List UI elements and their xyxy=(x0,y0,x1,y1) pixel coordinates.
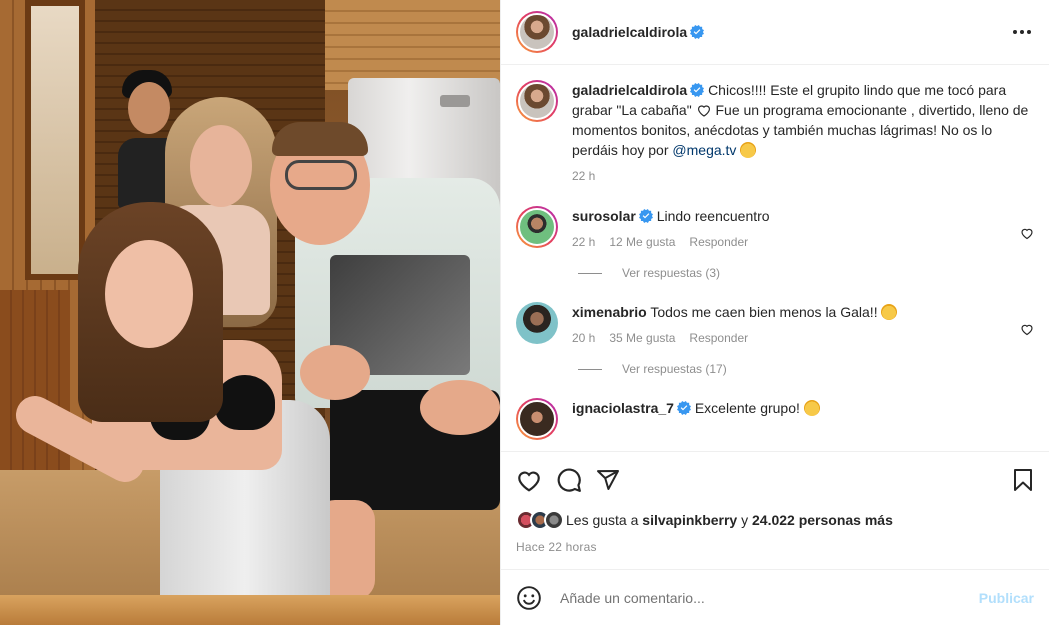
comment-item: surosolar Lindo reencuentro 22 h 12 Me g… xyxy=(516,206,1034,252)
comment-button[interactable] xyxy=(556,462,596,498)
comment-body: ximenabrio Todos me caen bien menos la G… xyxy=(572,302,1034,348)
share-icon xyxy=(597,470,619,490)
comment-reply-button[interactable]: Responder xyxy=(689,328,748,348)
photo-person-brunette-head xyxy=(105,240,193,348)
photo-person-glasses xyxy=(285,160,357,190)
comment-message: Todos me caen bien menos la Gala!! xyxy=(650,304,878,320)
likes-prefix: Les gusta a xyxy=(566,512,639,528)
caption-avatar[interactable] xyxy=(516,80,558,122)
photo-person-brunette-bikini-right xyxy=(215,375,275,430)
comment-body: ignaciolastra_7 Excelente grupo! xyxy=(572,398,1034,418)
photo-fridge-handle xyxy=(440,95,470,107)
bookmark-icon xyxy=(1014,469,1032,491)
photo-table-edge xyxy=(0,595,500,625)
likes-summary[interactable]: Les gusta a silvapinkberry y 24.022 pers… xyxy=(516,510,1034,530)
photo-person-blonde-head xyxy=(190,125,252,207)
view-replies-button[interactable]: Ver respuestas (17) xyxy=(578,362,1034,376)
emoji-picker-button[interactable] xyxy=(516,584,544,612)
comment-avatar[interactable] xyxy=(516,206,558,248)
comment-message: Excelente grupo! xyxy=(694,400,800,416)
caption-meta: 22 h xyxy=(572,166,1034,186)
more-icon xyxy=(1013,30,1031,34)
like-button[interactable] xyxy=(516,462,556,498)
share-button[interactable] xyxy=(596,462,636,498)
comment-username[interactable]: ximenabrio xyxy=(572,304,647,320)
view-replies-label: Ver respuestas (17) xyxy=(622,362,727,376)
post-side-panel: galadrielcaldirola galadrielcaldirola Ch… xyxy=(500,0,1049,625)
photo-person-back-head xyxy=(128,82,170,134)
comment-text: ignaciolastra_7 Excelente grupo! xyxy=(572,398,1004,418)
comment-body: surosolar Lindo reencuentro 22 h 12 Me g… xyxy=(572,206,1034,252)
emoji-icon xyxy=(803,400,820,416)
comments-section[interactable]: galadrielcaldirola Chicos!!!! Este el gr… xyxy=(501,65,1049,451)
comment-meta: 20 h 35 Me gusta Responder xyxy=(572,328,1004,348)
verified-icon xyxy=(690,25,705,39)
comment-like-heart-icon[interactable] xyxy=(1020,226,1034,240)
comment-item: ximenabrio Todos me caen bien menos la G… xyxy=(516,302,1034,348)
comment-likes[interactable]: 35 Me gusta xyxy=(609,328,675,348)
verified-icon xyxy=(690,83,705,97)
comment-item: ignaciolastra_7 Excelente grupo! xyxy=(516,398,1034,440)
caption-time[interactable]: 22 h xyxy=(572,166,595,186)
comment-text: ximenabrio Todos me caen bien menos la G… xyxy=(572,302,1004,322)
instagram-post: galadrielcaldirola galadrielcaldirola Ch… xyxy=(0,0,1049,625)
post-photo[interactable] xyxy=(0,0,500,625)
caption-body: galadrielcaldirola Chicos!!!! Este el gr… xyxy=(572,80,1034,186)
view-replies-line xyxy=(578,368,602,370)
photo-person-glasses-hand-left xyxy=(300,345,370,400)
view-replies-label: Ver respuestas (3) xyxy=(622,266,721,280)
likes-connector: y xyxy=(741,512,749,528)
photo-right-wall xyxy=(325,0,500,90)
kiss-emoji-icon xyxy=(740,142,757,158)
action-row xyxy=(516,462,1034,498)
comment-avatar[interactable] xyxy=(516,398,558,440)
star-struck-emoji-icon xyxy=(881,304,898,320)
comment-avatar[interactable] xyxy=(516,302,558,344)
comment-meta: 22 h 12 Me gusta Responder xyxy=(572,232,1004,252)
photo-person-glasses-hand-right xyxy=(420,380,500,435)
author-username[interactable]: galadrielcaldirola xyxy=(572,24,687,40)
author-name-group: galadrielcaldirola xyxy=(572,24,705,40)
comment-icon xyxy=(557,468,581,492)
comment-likes[interactable]: 12 Me gusta xyxy=(609,232,675,252)
likes-user[interactable]: silvapinkberry xyxy=(642,512,737,528)
comment-time[interactable]: 20 h xyxy=(572,328,595,348)
comment-input[interactable] xyxy=(560,589,979,606)
photo-window xyxy=(25,0,85,280)
photo-person-glasses-hair xyxy=(272,122,368,156)
emoji-icon xyxy=(517,585,541,610)
comment-reply-button[interactable]: Responder xyxy=(689,232,748,252)
heart-icon xyxy=(518,471,540,492)
author-avatar[interactable] xyxy=(516,11,558,53)
comment-time[interactable]: 22 h xyxy=(572,232,595,252)
verified-icon xyxy=(676,401,691,415)
white-heart-emoji-icon xyxy=(697,105,710,117)
comment-username[interactable]: ignaciolastra_7 xyxy=(572,400,674,416)
post-timestamp[interactable]: Hace 22 horas xyxy=(516,540,1034,554)
comment-like-heart-icon[interactable] xyxy=(1020,322,1034,336)
liker-avatar xyxy=(544,510,564,530)
caption-username[interactable]: galadrielcaldirola xyxy=(572,82,687,98)
view-replies-line xyxy=(578,272,602,274)
publish-button[interactable]: Publicar xyxy=(979,590,1034,606)
save-button[interactable] xyxy=(1010,462,1034,498)
comment-text: surosolar Lindo reencuentro xyxy=(572,206,1004,226)
post-actions: Les gusta a silvapinkberry y 24.022 pers… xyxy=(501,451,1049,569)
likers-avatars xyxy=(516,510,564,530)
verified-icon xyxy=(638,209,653,223)
caption-text: galadrielcaldirola Chicos!!!! Este el gr… xyxy=(572,80,1034,160)
more-options-button[interactable] xyxy=(1010,20,1034,44)
comment-message: Lindo reencuentro xyxy=(656,208,770,224)
post-caption: galadrielcaldirola Chicos!!!! Este el gr… xyxy=(516,80,1034,186)
add-comment-bar: Publicar xyxy=(501,569,1049,625)
caption-mention-link[interactable]: @mega.tv xyxy=(672,142,736,158)
post-header: galadrielcaldirola xyxy=(501,0,1049,65)
comment-username[interactable]: surosolar xyxy=(572,208,636,224)
likes-others[interactable]: 24.022 personas más xyxy=(752,512,893,528)
view-replies-button[interactable]: Ver respuestas (3) xyxy=(578,266,1034,280)
